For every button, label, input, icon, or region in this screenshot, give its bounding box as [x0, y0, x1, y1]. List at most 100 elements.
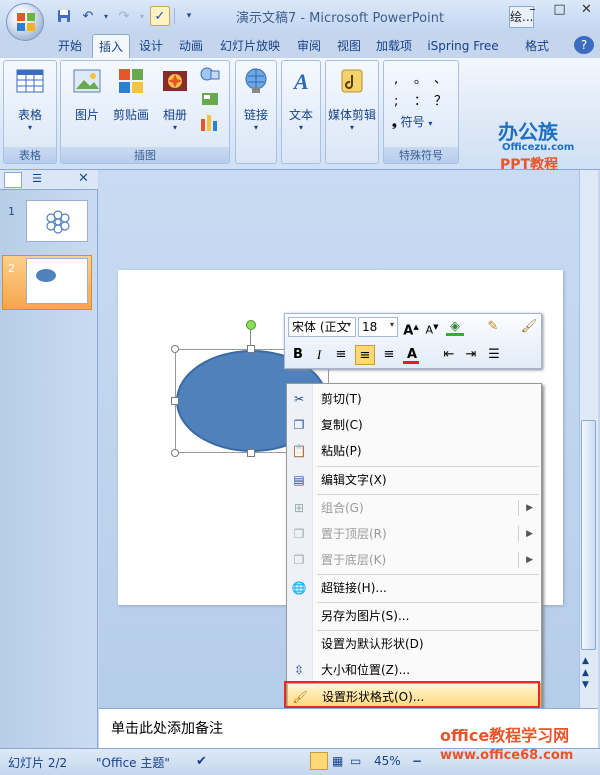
increase-indent-icon[interactable]: ⇥ — [461, 345, 481, 365]
symbol-enum-comma[interactable]: 、 — [434, 69, 452, 91]
zoom-out-icon[interactable]: − — [412, 754, 422, 768]
menu-item-bring-to-front[interactable]: ❐ 置于顶层(R) ▶ — [287, 521, 541, 547]
links-button[interactable]: 链接 ▾ — [238, 65, 274, 132]
symbol-button-label: 符号 — [400, 115, 425, 129]
dropdown-arrow-icon: ▾ — [298, 123, 303, 132]
redo-icon[interactable]: ↷ — [114, 6, 134, 26]
scrollbar-thumb[interactable] — [581, 420, 596, 650]
dropdown-arrow-icon: ▾ — [349, 123, 354, 132]
tab-review[interactable]: 审阅 — [290, 34, 328, 58]
spell-check-status-icon[interactable]: ✔ — [196, 754, 207, 769]
format-painter-icon[interactable]: 🖌 — [519, 317, 539, 337]
save-icon[interactable] — [54, 6, 74, 26]
tab-slideshow[interactable]: 幻灯片放映 — [212, 34, 288, 58]
font-name-field[interactable]: 宋体 (正文 — [288, 317, 356, 337]
undo-dropdown-icon[interactable]: ▾ — [102, 6, 110, 26]
symbol-grid[interactable]: ,。、 ;：？ — [394, 69, 454, 113]
menu-item-set-default-shape[interactable]: 设置为默认形状(D) — [287, 631, 541, 657]
tab-animations[interactable]: 动画 — [172, 34, 210, 58]
slide-thumbnail-1[interactable] — [26, 200, 88, 242]
symbol-button[interactable]: ❟ 符号 ▾ — [392, 113, 432, 130]
tab-design[interactable]: 设计 — [132, 34, 170, 58]
media-clip-icon — [341, 69, 363, 93]
shrink-font-icon[interactable]: A▼ — [422, 317, 442, 337]
maximize-button[interactable]: □ — [546, 0, 573, 20]
close-pane-icon[interactable]: ✕ — [78, 171, 89, 186]
menu-item-cut[interactable]: ✂ 剪切(T) — [287, 386, 541, 412]
symbol-semicolon[interactable]: ; — [394, 91, 414, 113]
menu-item-copy[interactable]: ❐ 复制(C) — [287, 412, 541, 438]
normal-view-icon[interactable] — [310, 752, 328, 770]
submenu-arrow-icon: ▶ — [526, 529, 533, 539]
resize-handle-b[interactable] — [247, 449, 255, 457]
size-dropdown-icon[interactable]: ▾ — [390, 320, 394, 329]
line-color-icon[interactable]: ✎ — [483, 317, 503, 337]
tab-ispring[interactable]: iSpring Free — [420, 34, 506, 58]
media-clips-button[interactable]: 媒体剪辑 ▾ — [326, 65, 378, 132]
clipart-button[interactable]: 剪贴画 — [107, 65, 155, 123]
mini-toolbar: 宋体 (正文 ▾ 18 ▾ A▲ A▼ ◈ ✎ 🖌 B I ≡ ≡ ≡ A ⇤ … — [284, 313, 542, 369]
outline-tab-icon[interactable]: ☰ — [26, 172, 48, 188]
group-label-illustrations: 插图 — [61, 147, 229, 163]
send-back-icon: ❐ — [293, 553, 305, 567]
close-button[interactable]: ✕ — [573, 0, 600, 20]
menu-item-paste[interactable]: 📋 粘贴(P) — [287, 438, 541, 464]
bullets-icon[interactable]: ☰ — [484, 345, 504, 365]
tab-addins[interactable]: 加载项 — [370, 34, 418, 58]
resize-handle-l[interactable] — [171, 397, 179, 405]
menu-item-send-to-back[interactable]: ❐ 置于底层(K) ▶ — [287, 547, 541, 573]
undo-icon[interactable]: ↶ — [78, 6, 98, 26]
rotation-handle[interactable] — [246, 320, 256, 330]
symbol-comma[interactable]: , — [394, 69, 414, 91]
photo-album-icon — [163, 71, 187, 91]
menu-item-label: 置于顶层(R) — [321, 527, 387, 541]
spell-check-icon[interactable]: ✓ — [150, 6, 170, 26]
symbol-period[interactable]: 。 — [414, 69, 434, 91]
menu-item-label: 超链接(H)... — [321, 581, 387, 595]
slides-tab-icon[interactable] — [4, 172, 22, 188]
align-right-icon[interactable]: ≡ — [379, 345, 399, 365]
align-left-icon[interactable]: ≡ — [331, 345, 351, 365]
menu-item-group[interactable]: ⊞ 组合(G) ▶ — [287, 495, 541, 521]
photo-album-button[interactable]: 相册 ▾ — [155, 65, 195, 132]
slide-sorter-icon[interactable]: ▦ — [332, 754, 343, 768]
menu-item-hyperlink[interactable]: 🌐 超链接(H)... — [287, 575, 541, 601]
redo-dropdown-icon[interactable]: ▾ — [138, 6, 146, 26]
italic-button[interactable]: I — [309, 345, 329, 365]
menu-item-save-as-picture[interactable]: 另存为图片(S)... — [287, 603, 541, 629]
symbol-colon[interactable]: ： — [414, 91, 434, 113]
bring-front-icon: ❐ — [293, 527, 305, 541]
symbol-question[interactable]: ？ — [434, 91, 452, 113]
minimize-button[interactable]: – — [519, 0, 546, 20]
scroll-nav-icons[interactable]: ▲ ▲ ▼ — [582, 655, 589, 691]
tab-view[interactable]: 视图 — [330, 34, 368, 58]
decrease-indent-icon[interactable]: ⇤ — [439, 345, 459, 365]
watermark-line1: office教程学习网 — [440, 726, 570, 745]
font-dropdown-icon[interactable]: ▾ — [347, 320, 351, 329]
tab-insert[interactable]: 插入 — [92, 34, 130, 58]
help-icon[interactable]: ? — [574, 36, 594, 54]
shapes-smartart-chart-buttons[interactable] — [195, 65, 225, 140]
resize-handle-bl[interactable] — [171, 449, 179, 457]
menu-item-label: 另存为图片(S)... — [321, 609, 410, 623]
resize-handle-tl[interactable] — [171, 345, 179, 353]
picture-button[interactable]: 图片 — [67, 65, 107, 123]
slide-thumbnail-2[interactable] — [26, 258, 88, 304]
window-title: 演示文稿7 - Microsoft PowerPoint — [235, 11, 445, 26]
menu-item-size-position[interactable]: ⇳ 大小和位置(Z)... — [287, 657, 541, 683]
tab-format[interactable]: 格式 — [518, 34, 556, 58]
menu-item-edit-text[interactable]: ▤ 编辑文字(X) — [287, 467, 541, 493]
group-icon: ⊞ — [293, 501, 305, 515]
slideshow-view-icon[interactable]: ▭ — [350, 754, 361, 768]
office-button[interactable] — [6, 3, 44, 41]
resize-handle-t[interactable] — [247, 345, 255, 353]
shapes-smartart-chart-icon — [200, 67, 220, 131]
qat-divider — [174, 8, 175, 24]
grow-font-icon[interactable]: A▲ — [401, 317, 421, 338]
cut-icon: ✂ — [293, 392, 305, 406]
text-button[interactable]: A 文本 ▾ — [284, 65, 318, 132]
bold-button[interactable]: B — [288, 345, 308, 365]
tab-home[interactable]: 开始 — [50, 34, 90, 58]
align-center-icon[interactable]: ≡ — [355, 345, 375, 365]
table-button[interactable]: 表格 ▾ — [10, 65, 50, 132]
